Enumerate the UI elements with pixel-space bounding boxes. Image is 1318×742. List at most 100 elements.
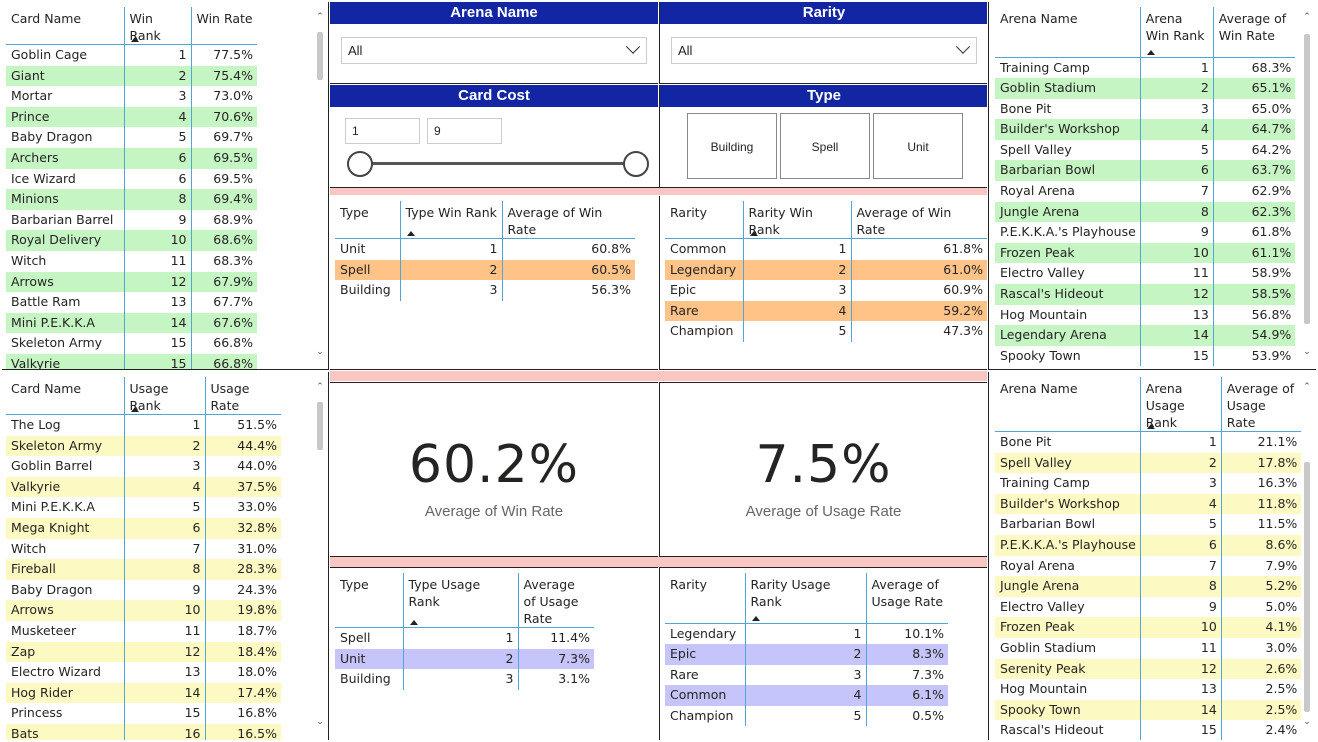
table-row[interactable]: Baby Dragon 9 24.3% xyxy=(6,579,281,601)
chevron-down-icon[interactable]: ⌄ xyxy=(315,347,325,357)
table-row[interactable]: Bone Pit 1 21.1% xyxy=(995,431,1302,453)
table-row[interactable]: Hog Mountain 13 56.8% xyxy=(995,304,1296,326)
table-row[interactable]: Electro Wizard 13 18.0% xyxy=(6,662,281,683)
column-header[interactable]: Average of Win Rate xyxy=(1212,7,1296,58)
column-header[interactable]: Average of Usage Rate xyxy=(517,573,594,628)
column-header[interactable]: Card Name xyxy=(6,7,124,45)
column-header[interactable]: Type Usage Rank xyxy=(402,573,518,628)
table-row[interactable]: P.E.K.K.A.'s Playhouse 9 61.8% xyxy=(995,222,1296,243)
table-row[interactable]: Musketeer 11 18.7% xyxy=(6,620,281,642)
column-header[interactable]: Rarity xyxy=(665,201,743,239)
table-row[interactable]: Archers 6 69.5% xyxy=(6,147,257,169)
table-row[interactable]: Battle Ram 13 67.7% xyxy=(6,292,257,313)
table-row[interactable]: Prince 4 70.6% xyxy=(6,106,257,128)
table-row[interactable]: Princess 15 16.8% xyxy=(6,703,281,724)
column-header[interactable]: Type Win Rank xyxy=(399,201,502,239)
cost-min-input[interactable]: 1 xyxy=(345,118,420,144)
table-row[interactable]: Electro Valley 9 5.0% xyxy=(995,596,1302,618)
table-row[interactable]: Spell 2 60.5% xyxy=(335,259,635,281)
table-row[interactable]: Baby Dragon 5 69.7% xyxy=(6,127,257,148)
table-row[interactable]: Spooky Town 15 53.9% xyxy=(995,345,1296,367)
chevron-up-icon[interactable]: ⌃ xyxy=(1302,12,1312,22)
table-row[interactable]: Rascal's Hideout 12 58.5% xyxy=(995,284,1296,305)
table-row[interactable]: Frozen Peak 10 61.1% xyxy=(995,242,1296,264)
table-row[interactable]: Rare 4 59.2% xyxy=(665,300,987,322)
table-row[interactable]: Valkyrie 4 37.5% xyxy=(6,476,281,498)
scroll-thumb[interactable] xyxy=(1304,462,1310,712)
chevron-up-icon[interactable]: ⌃ xyxy=(315,382,325,392)
table-row[interactable]: Jungle Arena 8 62.3% xyxy=(995,201,1296,223)
table-row[interactable]: Common 1 61.8% xyxy=(665,238,987,260)
column-header[interactable]: Arena Usage Rank xyxy=(1139,377,1222,432)
table-row[interactable]: Mega Knight 6 32.8% xyxy=(6,517,281,539)
table-row[interactable]: Training Camp 1 68.3% xyxy=(995,57,1296,79)
table-row[interactable]: Jungle Arena 8 5.2% xyxy=(995,576,1302,597)
column-header[interactable]: Average of Usage Rate xyxy=(865,573,948,624)
table-row[interactable]: Arrows 10 19.8% xyxy=(6,600,281,621)
cost-max-input[interactable]: 9 xyxy=(427,118,502,144)
table-row[interactable]: Mortar 3 73.0% xyxy=(6,86,257,107)
table-row[interactable]: Building 3 3.1% xyxy=(335,669,594,690)
column-header[interactable]: Type xyxy=(335,201,400,239)
arena-win-scrollbar[interactable]: ⌃ ⌄ xyxy=(1302,12,1312,357)
table-row[interactable]: Royal Arena 7 62.9% xyxy=(995,181,1296,202)
table-row[interactable]: Champion 5 47.3% xyxy=(665,321,987,342)
table-row[interactable]: Barbarian Bowl 6 63.7% xyxy=(995,160,1296,182)
table-row[interactable]: Goblin Stadium 2 65.1% xyxy=(995,78,1296,99)
card-win-scrollbar[interactable]: ⌃ ⌄ xyxy=(315,12,325,357)
table-row[interactable]: Legendary 2 61.0% xyxy=(665,259,987,281)
chevron-up-icon[interactable]: ⌃ xyxy=(1302,382,1312,392)
table-row[interactable]: Epic 2 8.3% xyxy=(665,644,948,665)
table-row[interactable]: Serenity Peak 12 2.6% xyxy=(995,658,1302,680)
table-row[interactable]: Unit 1 60.8% xyxy=(335,238,635,260)
scroll-thumb[interactable] xyxy=(317,32,323,80)
column-header[interactable]: Rarity Win Rank xyxy=(742,201,851,239)
table-row[interactable]: Training Camp 3 16.3% xyxy=(995,473,1302,494)
chevron-down-icon[interactable]: ⌄ xyxy=(1302,347,1312,357)
table-row[interactable]: Goblin Cage 1 77.5% xyxy=(6,44,257,66)
column-header[interactable]: Arena Win Rank xyxy=(1139,7,1214,58)
table-row[interactable]: Epic 3 60.9% xyxy=(665,280,987,301)
table-row[interactable]: Common 4 6.1% xyxy=(665,685,948,706)
table-row[interactable]: Champion 5 0.5% xyxy=(665,705,948,727)
table-row[interactable]: Fireball 8 28.3% xyxy=(6,559,281,580)
table-row[interactable]: Rare 3 7.3% xyxy=(665,664,948,686)
table-row[interactable]: Legendary 1 10.1% xyxy=(665,623,948,645)
column-header[interactable]: Arena Name xyxy=(995,377,1141,432)
table-row[interactable]: Goblin Stadium 11 3.0% xyxy=(995,637,1302,659)
table-row[interactable]: Spooky Town 14 2.5% xyxy=(995,699,1302,721)
column-header[interactable]: Average of Win Rate xyxy=(850,201,987,239)
table-row[interactable]: Spell Valley 5 64.2% xyxy=(995,139,1296,161)
card-usage-scrollbar[interactable]: ⌃ ⌄ xyxy=(315,382,325,727)
arena-dropdown[interactable]: All xyxy=(341,37,647,64)
table-row[interactable]: The Log 1 51.5% xyxy=(6,414,281,436)
table-row[interactable]: Skeleton Army 2 44.4% xyxy=(6,435,281,457)
table-row[interactable]: Giant 2 75.4% xyxy=(6,65,257,87)
table-row[interactable]: Zap 12 18.4% xyxy=(6,641,281,663)
table-row[interactable]: Builder's Workshop 4 64.7% xyxy=(995,119,1296,140)
table-row[interactable]: Mini P.E.K.K.A 14 67.6% xyxy=(6,312,257,334)
column-header[interactable]: Usage Rate xyxy=(204,377,281,415)
scroll-thumb[interactable] xyxy=(317,402,323,450)
table-row[interactable]: Barbarian Barrel 9 68.9% xyxy=(6,209,257,231)
column-header[interactable]: Rarity xyxy=(665,573,745,624)
table-row[interactable]: Royal Arena 7 7.9% xyxy=(995,555,1302,577)
column-header[interactable]: Average of Usage Rate xyxy=(1220,377,1302,432)
cost-slider-min-handle[interactable] xyxy=(347,151,373,177)
column-header[interactable]: Type xyxy=(335,573,403,628)
table-row[interactable]: Barbarian Bowl 5 11.5% xyxy=(995,514,1302,535)
table-row[interactable]: Spell 1 11.4% xyxy=(335,627,594,649)
cost-slider-max-handle[interactable] xyxy=(623,151,649,177)
table-row[interactable]: Spell Valley 2 17.8% xyxy=(995,452,1302,474)
column-header[interactable]: Average of Win Rate xyxy=(501,201,635,239)
table-row[interactable]: Mini P.E.K.K.A 5 33.0% xyxy=(6,497,281,518)
column-header[interactable]: Win Rank xyxy=(123,7,191,45)
scroll-thumb[interactable] xyxy=(1304,34,1310,324)
table-row[interactable]: Legendary Arena 14 54.9% xyxy=(995,325,1296,346)
chevron-up-icon[interactable]: ⌃ xyxy=(315,12,325,22)
table-row[interactable]: Witch 11 68.3% xyxy=(6,250,257,272)
rarity-dropdown[interactable]: All xyxy=(671,37,977,64)
chevron-down-icon[interactable]: ⌄ xyxy=(315,717,325,727)
table-row[interactable]: Builder's Workshop 4 11.8% xyxy=(995,493,1302,515)
table-row[interactable]: Electro Valley 11 58.9% xyxy=(995,263,1296,285)
